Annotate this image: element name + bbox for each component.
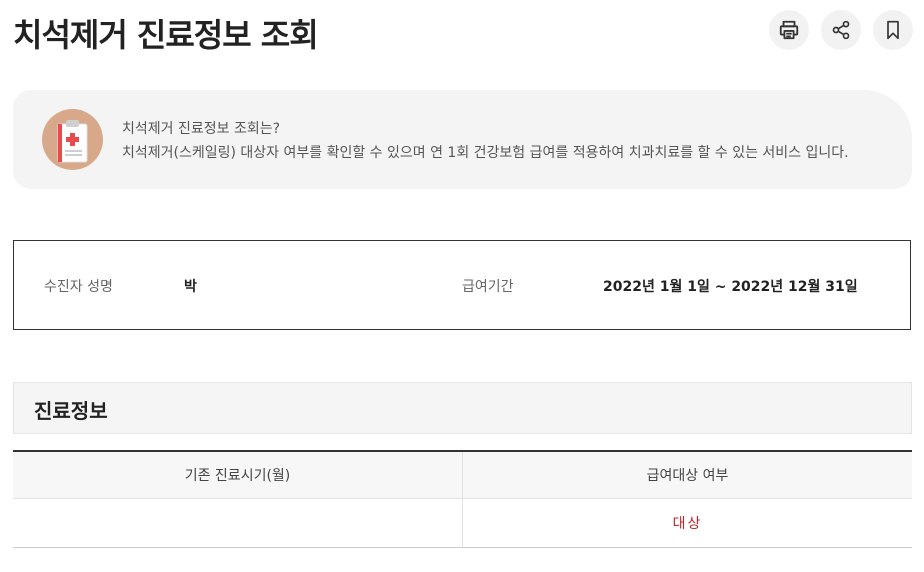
bookmark-button[interactable] bbox=[873, 10, 913, 50]
printer-icon bbox=[779, 20, 799, 40]
column-header-benefit-eligibility: 급여대상 여부 bbox=[462, 452, 912, 498]
patient-name-label: 수진자 성명 bbox=[44, 279, 113, 295]
table-header-row: 기존 진료시기(월) 급여대상 여부 bbox=[13, 452, 912, 499]
section-title: 진료정보 bbox=[34, 399, 108, 423]
service-info-question: 치석제거 진료정보 조회는? bbox=[122, 121, 281, 137]
clipboard-medical-icon bbox=[42, 109, 103, 170]
share-icon bbox=[832, 20, 850, 40]
service-info-description: 치석제거(스케일링) 대상자 여부를 확인할 수 있으며 연 1회 건강보험 급… bbox=[122, 145, 849, 161]
service-info-text: 치석제거 진료정보 조회는? 치석제거(스케일링) 대상자 여부를 확인할 수 … bbox=[122, 117, 849, 165]
header-actions bbox=[769, 10, 913, 50]
previous-treatment-month-cell bbox=[13, 499, 462, 547]
share-button[interactable] bbox=[821, 10, 861, 50]
benefit-eligibility-cell: 대상 bbox=[462, 499, 912, 547]
bookmark-icon bbox=[887, 20, 899, 40]
benefit-period-label: 급여기간 bbox=[462, 279, 514, 295]
table-row: 대상 bbox=[13, 499, 912, 547]
column-header-previous-treatment-month: 기존 진료시기(월) bbox=[184, 468, 291, 484]
print-button[interactable] bbox=[769, 10, 809, 50]
service-info-box: 치석제거 진료정보 조회는? 치석제거(스케일링) 대상자 여부를 확인할 수 … bbox=[13, 90, 912, 189]
page-title: 치석제거 진료정보 조회 bbox=[13, 16, 319, 54]
treatment-table: 기존 진료시기(월) 급여대상 여부 대상 bbox=[13, 450, 912, 548]
patient-name-value: 박 bbox=[184, 279, 197, 295]
benefit-period-value: 2022년 1월 1일 ~ 2022년 12월 31일 bbox=[603, 279, 858, 295]
section-header: 진료정보 bbox=[13, 382, 912, 434]
patient-summary: 수진자 성명 박 급여기간 2022년 1월 1일 ~ 2022년 12월 31… bbox=[13, 240, 911, 330]
